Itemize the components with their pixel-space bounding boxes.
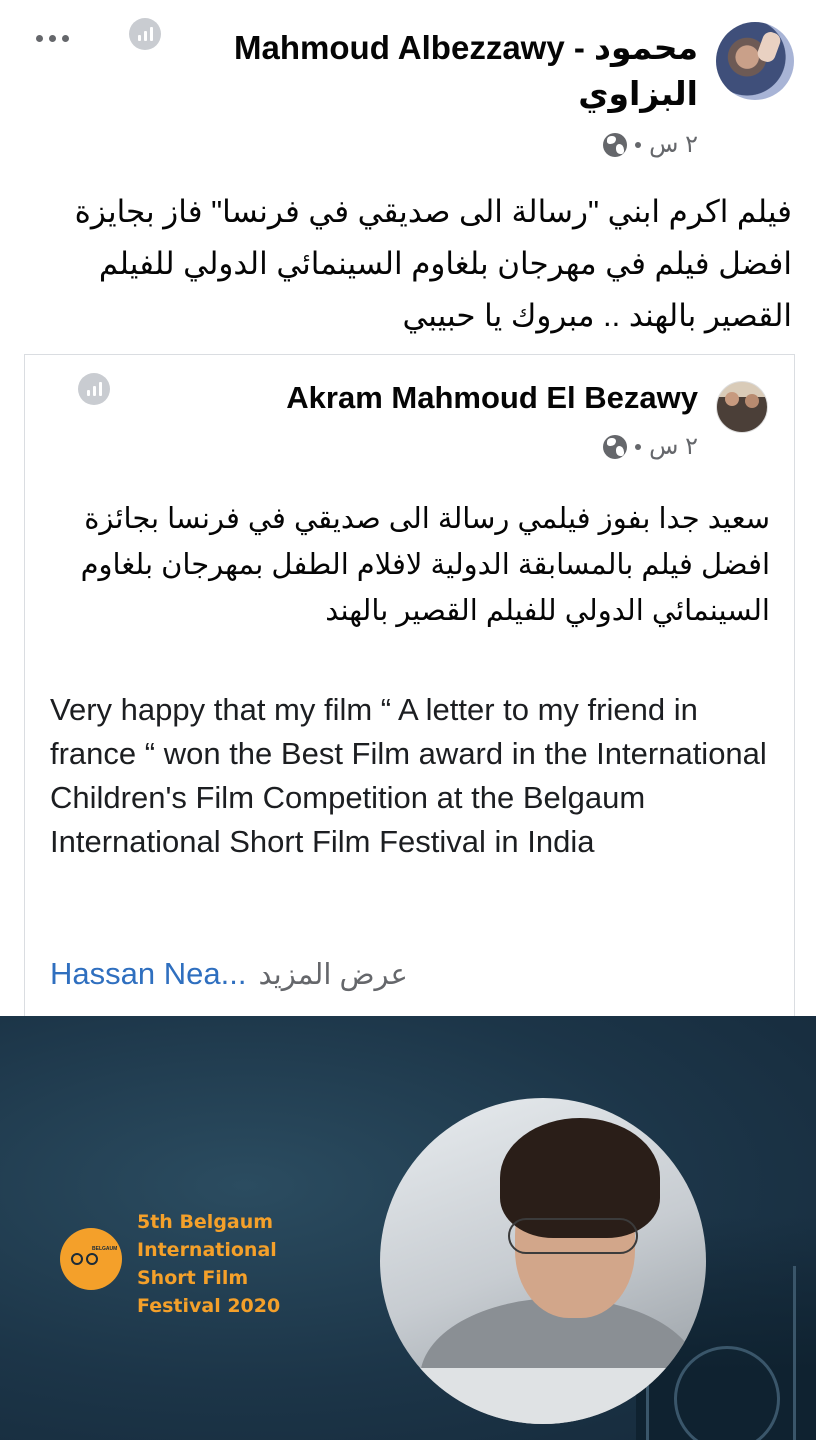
- festival-title-line: International: [137, 1239, 277, 1261]
- see-more-link[interactable]: عرض المزيد: [258, 957, 407, 992]
- post-meta: ٢ س: [603, 130, 698, 159]
- festival-title: 5th Belgaum International Short Film Fes…: [137, 1208, 280, 1320]
- insights-icon[interactable]: [78, 373, 110, 405]
- tagged-person-link[interactable]: Hassan Nea...: [50, 956, 246, 992]
- shared-post-time[interactable]: ٢ س: [649, 432, 698, 461]
- film-still-photo: [380, 1098, 706, 1424]
- insights-icon[interactable]: [129, 18, 161, 50]
- separator-dot: [635, 443, 642, 450]
- festival-poster-image[interactable]: BELGAUM 5th Belgaum International Short …: [0, 1016, 816, 1440]
- festival-title-line: Festival 2020: [137, 1295, 281, 1317]
- post-text: فيلم اكرم ابني "رسالة الى صديقي في فرنسا…: [74, 194, 792, 333]
- shared-author-name[interactable]: Akram Mahmoud El Bezawy: [286, 380, 698, 416]
- see-more-row: Hassan Nea... عرض المزيد: [50, 956, 408, 992]
- globe-icon[interactable]: [603, 434, 628, 459]
- more-options-icon[interactable]: [36, 28, 72, 48]
- post-time[interactable]: ٢ س: [649, 130, 698, 159]
- festival-logo-icon: BELGAUM: [60, 1228, 122, 1290]
- festival-title-line: Short Film: [137, 1267, 249, 1289]
- author-avatar[interactable]: [716, 22, 794, 100]
- festival-title-line: 5th Belgaum: [137, 1211, 274, 1233]
- festival-logo-text: BELGAUM: [92, 1246, 118, 1252]
- shared-post-meta: ٢ س: [603, 432, 698, 461]
- shared-post-text-arabic: سعيد جدا بفوز فيلمي رسالة الى صديقي في ف…: [80, 503, 770, 627]
- shared-author-avatar[interactable]: [716, 381, 768, 433]
- globe-icon[interactable]: [603, 132, 628, 157]
- shared-post-text-english: Very happy that my film “ A letter to my…: [50, 692, 767, 859]
- author-name-continued[interactable]: البزاوي: [578, 74, 698, 113]
- separator-dot: [635, 141, 642, 148]
- author-name[interactable]: Mahmoud Albezzawy - محمود: [234, 28, 698, 67]
